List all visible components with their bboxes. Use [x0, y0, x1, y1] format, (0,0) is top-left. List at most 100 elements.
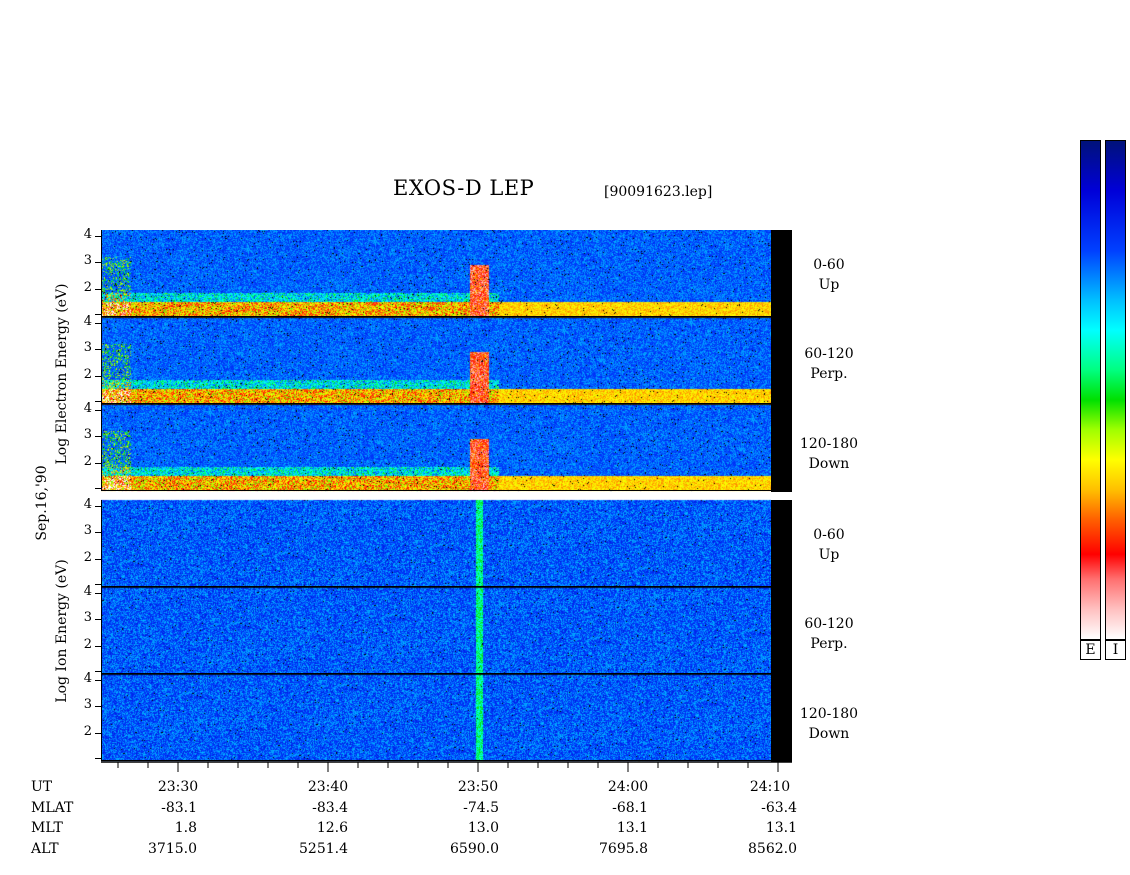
electron-color-bar — [1080, 140, 1101, 640]
pitch-angle-range: 60-120 — [804, 616, 854, 632]
pitch-angle-range: 60-120 — [804, 346, 854, 362]
y-tick-label: 2 — [83, 637, 92, 652]
y-tick-mark — [95, 680, 101, 681]
y-tick-mark — [95, 733, 101, 734]
y-tick-mark — [95, 706, 101, 707]
pitch-angle-range: 120-180 — [799, 436, 859, 452]
electron-data-gap — [771, 230, 792, 492]
orbit-row-value: 5251.4 — [299, 841, 348, 857]
orbit-row-value: 3715.0 — [148, 841, 197, 857]
y-tick-mark — [95, 619, 101, 620]
y-tick-mark — [95, 593, 101, 594]
date-label: Sep.16,'90 — [34, 465, 50, 541]
panel-frame — [101, 404, 771, 491]
panel-frame — [101, 674, 771, 761]
y-tick-label: 3 — [83, 340, 92, 355]
ion-color-label: I — [1105, 640, 1126, 660]
y-tick-mark — [95, 584, 101, 585]
pitch-angle-direction: Perp. — [810, 366, 848, 382]
y-tick-mark — [95, 559, 101, 560]
pitch-angle-direction: Perp. — [810, 636, 848, 652]
orbit-row-name: ALT — [31, 841, 59, 857]
pitch-angle-range: 0-60 — [813, 257, 845, 273]
y-tick-label: 3 — [83, 427, 92, 442]
time-tick-label: 24:10 — [749, 779, 791, 795]
pitch-angle-direction: Up — [818, 277, 840, 293]
pitch-angle-label: 0-60 Up — [794, 525, 864, 565]
panel-frame — [101, 230, 771, 317]
time-axis — [101, 761, 792, 772]
panel-frame — [101, 587, 771, 674]
orbit-row-value: -83.4 — [312, 800, 348, 816]
y-tick-label: 4 — [83, 671, 92, 686]
y-tick-mark — [95, 236, 101, 237]
y-tick-mark — [95, 401, 101, 402]
orbit-row-name: UT — [31, 779, 53, 795]
y-tick-mark — [95, 436, 101, 437]
orbit-row-name: MLT — [31, 820, 63, 836]
y-tick-label: 4 — [83, 584, 92, 599]
y-tick-label: 3 — [83, 610, 92, 625]
pitch-angle-label: 120-180 Down — [794, 434, 864, 474]
y-tick-mark — [95, 349, 101, 350]
panel-frame — [101, 317, 771, 404]
y-tick-label: 3 — [83, 697, 92, 712]
y-tick-label: 4 — [83, 227, 92, 242]
orbit-row-value: 7695.8 — [599, 841, 648, 857]
orbit-row-name: MLAT — [31, 800, 74, 816]
pitch-angle-range: 0-60 — [813, 527, 845, 543]
orbit-row-value: 13.0 — [467, 820, 499, 836]
orbit-row-value: -83.1 — [161, 800, 197, 816]
electron-color-label: E — [1080, 640, 1101, 660]
orbit-row-value: 8562.0 — [748, 841, 797, 857]
orbit-row-value: -68.1 — [612, 800, 648, 816]
chart-title: EXOS-D LEP — [393, 176, 535, 200]
orbit-row-value: -74.5 — [463, 800, 499, 816]
ion-ylabel: Log Ion Energy (eV) — [54, 559, 70, 703]
y-tick-mark — [95, 758, 101, 759]
y-tick-label: 2 — [83, 367, 92, 382]
y-tick-mark — [95, 488, 101, 489]
y-tick-mark — [95, 532, 101, 533]
y-tick-label: 4 — [83, 314, 92, 329]
y-tick-mark — [95, 410, 101, 411]
y-tick-mark — [95, 323, 101, 324]
pitch-angle-label: 120-180 Down — [794, 704, 864, 744]
orbit-row-value: 13.1 — [765, 820, 797, 836]
y-tick-label: 3 — [83, 523, 92, 538]
y-tick-label: 4 — [83, 401, 92, 416]
pitch-angle-range: 120-180 — [799, 706, 859, 722]
time-tick-label: 23:50 — [457, 779, 499, 795]
y-tick-label: 2 — [83, 724, 92, 739]
y-tick-label: 2 — [83, 454, 92, 469]
time-tick-label: 24:00 — [607, 779, 649, 795]
pitch-angle-direction: Down — [808, 726, 850, 742]
y-tick-mark — [95, 289, 101, 290]
y-tick-label: 4 — [83, 497, 92, 512]
ion-color-bar — [1105, 140, 1126, 640]
y-tick-label: 3 — [83, 253, 92, 268]
pitch-angle-label: 60-120 Perp. — [794, 614, 864, 654]
y-tick-label: 2 — [83, 550, 92, 565]
y-tick-mark — [95, 671, 101, 672]
pitch-angle-direction: Down — [808, 456, 850, 472]
orbit-row-value: 6590.0 — [450, 841, 499, 857]
pitch-angle-direction: Up — [818, 547, 840, 563]
orbit-row-value: -63.4 — [761, 800, 797, 816]
orbit-row-value: 13.1 — [616, 820, 648, 836]
y-tick-mark — [95, 314, 101, 315]
panel-frame — [101, 500, 771, 587]
y-tick-mark — [95, 646, 101, 647]
time-tick-label: 23:30 — [157, 779, 199, 795]
y-tick-mark — [95, 262, 101, 263]
orbit-row-value: 1.8 — [174, 820, 197, 836]
pitch-angle-label: 60-120 Perp. — [794, 344, 864, 384]
file-name: [90091623.lep] — [604, 184, 713, 200]
y-tick-mark — [95, 376, 101, 377]
time-tick-label: 23:40 — [307, 779, 349, 795]
pitch-angle-label: 0-60 Up — [794, 255, 864, 295]
y-tick-mark — [95, 463, 101, 464]
orbit-row-value: 12.6 — [316, 820, 348, 836]
ion-data-gap — [771, 500, 792, 762]
y-tick-label: 2 — [83, 280, 92, 295]
